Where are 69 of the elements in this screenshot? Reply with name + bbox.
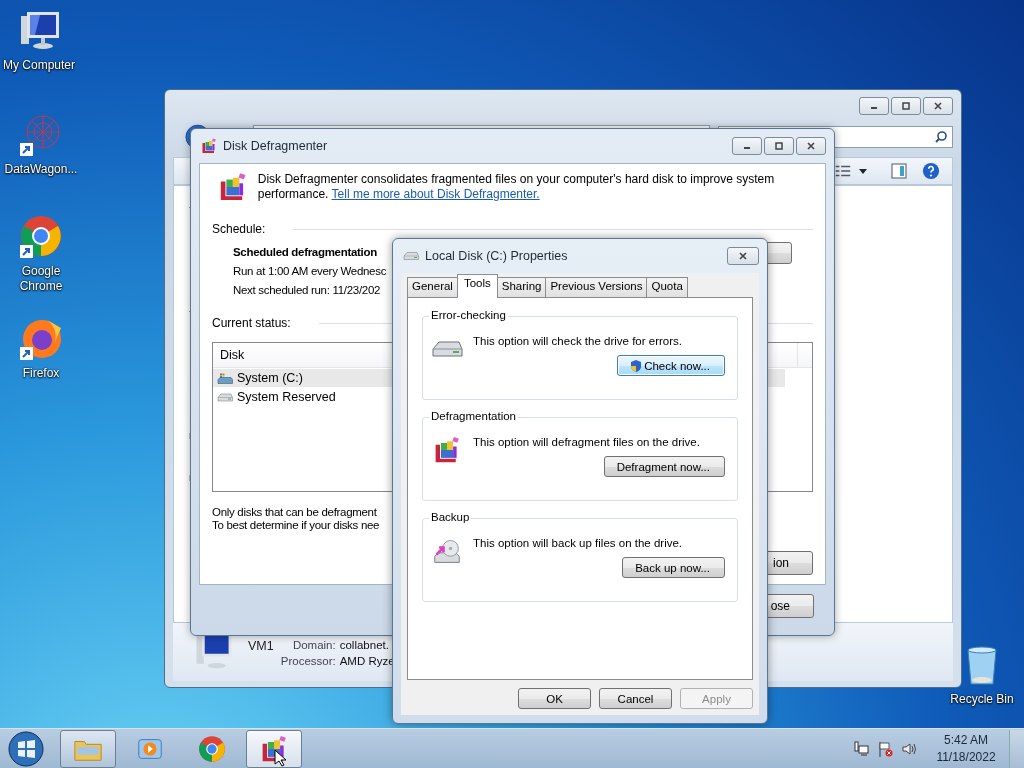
close-button[interactable] (923, 97, 953, 115)
action-center-flag-icon[interactable] (877, 741, 893, 757)
schedule-text: Next scheduled run: 11/23/202 (233, 284, 381, 296)
tab[interactable]: General (407, 277, 458, 297)
desktop-icon-label[interactable]: DataWagon... (0, 162, 83, 177)
schedule-title: Scheduled defragmentation (233, 246, 377, 258)
help-link[interactable]: Tell me more about Disk Defragmenter. (331, 187, 540, 201)
section-label: Schedule: (212, 222, 266, 236)
search-icon (934, 130, 948, 144)
dialog-title: Local Disk (C:) Properties (425, 249, 569, 263)
mouse-cursor-icon (274, 749, 286, 767)
note-text: Only disks that can be defragment (212, 506, 377, 518)
tab[interactable]: Previous Versions (545, 277, 648, 297)
disk-name: System Reserved (237, 390, 336, 404)
start-button[interactable] (6, 729, 46, 768)
desktop-icon-label[interactable]: Google Chrome (0, 264, 83, 294)
clock-time: 5:42 AM (944, 732, 988, 749)
defrag-icon (218, 172, 248, 202)
backup-icon (431, 537, 463, 565)
field-label: Domain: (291, 639, 336, 651)
action-button[interactable]: Defragment now... (603, 456, 725, 477)
shield-icon (630, 358, 643, 373)
disk-name: System (C:) (237, 371, 303, 385)
desktop-icon-label[interactable]: Recycle Bin (940, 692, 1024, 707)
maximize-icon (900, 102, 912, 110)
tab[interactable]: Sharing (496, 277, 547, 297)
field-value: collabnet. (339, 639, 389, 651)
clock-date: 11/18/2022 (936, 749, 996, 766)
clock[interactable]: 5:42 AM 11/18/2022 (931, 732, 1001, 766)
group-title: Backup (429, 511, 472, 523)
close-button[interactable] (727, 247, 759, 265)
tab[interactable]: Quota (646, 277, 688, 297)
description-text: Disk Defragmenter consolidates fragmented files on your computer's hard disk to improve system performance. Tell me more about Disk Defragmenter. (257, 172, 776, 202)
defrag-icon (201, 138, 217, 154)
computer-name: VM1 (248, 639, 274, 653)
close-button[interactable] (796, 137, 826, 155)
taskbar-button[interactable] (246, 730, 302, 768)
schedule-text: Run at 1:00 AM every Wednesc (233, 265, 387, 277)
network-icon[interactable] (853, 741, 869, 757)
field-label: Processor: (279, 655, 336, 667)
close-icon (932, 102, 944, 110)
close-icon (805, 142, 817, 150)
section-label: Current status: (212, 316, 291, 330)
system-drive-icon (217, 371, 233, 385)
dialog-button[interactable]: OK (518, 688, 591, 709)
option-text: This option will back up files on the drive. (473, 537, 683, 549)
close-icon (737, 252, 749, 260)
drive-icon (217, 390, 233, 404)
maximize-button[interactable] (764, 137, 794, 155)
dialog-button[interactable]: Cancel (599, 688, 672, 709)
maximize-icon (773, 142, 785, 150)
desktop-icon-label[interactable]: My Computer (0, 58, 81, 73)
option-text: This option will defragment files on the drive. (473, 436, 700, 448)
note-text: To best determine if your disks nee (212, 519, 380, 531)
minimize-button[interactable] (732, 137, 762, 155)
volume-icon[interactable] (901, 741, 917, 757)
tab[interactable]: Tools (456, 274, 498, 298)
window-title: Disk Defragmenter (223, 139, 329, 153)
group-title: Defragmentation (429, 410, 519, 422)
preview-pane-icon[interactable] (890, 162, 908, 180)
action-button[interactable]: Check now... (617, 355, 725, 376)
help-icon[interactable] (922, 162, 940, 180)
group-title: Error-checking (429, 309, 508, 321)
taskbar-button[interactable] (60, 730, 116, 768)
browser-icon (197, 735, 227, 763)
option-text: This option will check the drive for errors. (473, 335, 682, 347)
maximize-button[interactable] (891, 97, 921, 115)
action-button[interactable]: Back up now... (622, 557, 725, 578)
minimize-button[interactable] (859, 97, 889, 115)
